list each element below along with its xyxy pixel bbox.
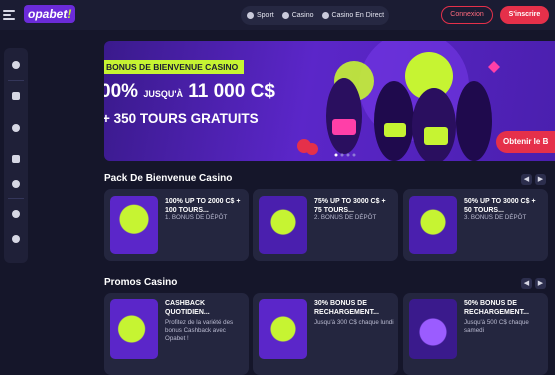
soccer-ball-icon: [247, 12, 254, 19]
welcome-pack-arrows: ◀ ▶: [521, 174, 546, 185]
sidebar-divider: [8, 80, 24, 81]
menu-icon[interactable]: [3, 10, 15, 20]
welcome-card-subtitle: 3. BONUS DE DÉPÔT: [464, 214, 527, 221]
welcome-card[interactable]: 50% UP TO 3000 C$ + 50 TOURS... 3. BONUS…: [403, 189, 548, 261]
welcome-card-title: 75% UP TO 3000 C$ + 75 TOURS...: [314, 198, 386, 214]
promo-card[interactable]: 30% BONUS DE RECHARGEMENT... Jusqu'à 300…: [253, 293, 398, 375]
promo-card-subtitle: Jusqu'à 300 C$ chaque lundi: [314, 319, 394, 326]
nav-live-casino-label: Casino En Direct: [331, 12, 385, 19]
banner-amount: 11 000 C$: [188, 81, 275, 102]
opabet-logo[interactable]: opabet!: [24, 5, 76, 23]
nav-casino[interactable]: Casino: [281, 12, 314, 19]
welcome-card-image: [259, 196, 307, 254]
sidebar-divider: [8, 198, 24, 199]
welcome-card-title: 50% UP TO 3000 C$ + 50 TOURS...: [464, 198, 536, 214]
support-icon[interactable]: [9, 207, 23, 221]
nav-sport[interactable]: Sport: [247, 12, 274, 19]
promo-card-subtitle: Profitez de la variété des bonus Cashbac…: [165, 319, 234, 342]
sidebar: [4, 48, 28, 263]
next-arrow-icon[interactable]: ▶: [535, 174, 546, 185]
promo-card-image: [259, 299, 307, 359]
banner-percent: 00%: [104, 81, 139, 102]
welcome-card[interactable]: 75% UP TO 3000 C$ + 75 TOURS... 2. BONUS…: [253, 189, 398, 261]
promos-title: Promos Casino: [104, 277, 178, 288]
logo-text: opabet: [28, 7, 68, 21]
promo-card[interactable]: CASHBACK QUOTIDIEN... Profitez de la var…: [104, 293, 249, 375]
prev-arrow-icon[interactable]: ◀: [521, 278, 532, 289]
get-bonus-button[interactable]: Obtenir le B: [496, 131, 555, 153]
promo-card-image: [409, 299, 457, 359]
top-bar: opabet! Sport Casino Casino En Direct Co…: [0, 0, 555, 30]
welcome-card-subtitle: 2. BONUS DE DÉPÔT: [314, 214, 377, 221]
promo-card-image: [110, 299, 158, 359]
live-icon[interactable]: [9, 58, 23, 72]
main-nav: Sport Casino Casino En Direct: [241, 6, 389, 25]
promo-banner[interactable]: BONUS DE BIENVENUE CASINO 00% JUSQU'À 11…: [104, 41, 555, 161]
welcome-card[interactable]: 100% UP TO 2000 C$ + 100 TOURS... 1. BON…: [104, 189, 249, 261]
next-arrow-icon[interactable]: ▶: [535, 278, 546, 289]
prev-arrow-icon[interactable]: ◀: [521, 174, 532, 185]
promo-card-subtitle: Jusqu'à 500 C$ chaque samedi: [464, 319, 529, 334]
cards-icon[interactable]: [9, 89, 23, 103]
welcome-card-title: 100% UP TO 2000 C$ + 100 TOURS...: [165, 198, 241, 214]
banner-headline: 00% JUSQU'À 11 000 C$: [104, 81, 275, 103]
banner-free-spins: + 350 TOURS GRATUITS: [104, 111, 259, 126]
promo-card-title: 30% BONUS DE RECHARGEMENT...: [314, 300, 379, 316]
promo-card[interactable]: 50% BONUS DE RECHARGEMENT... Jusqu'à 500…: [403, 293, 548, 375]
banner-upto: JUSQU'À: [143, 89, 183, 99]
banner-tag: BONUS DE BIENVENUE CASINO: [104, 60, 245, 74]
login-button[interactable]: Connexion: [441, 6, 493, 24]
user-icon[interactable]: [9, 177, 23, 191]
signup-button[interactable]: S'inscrire: [500, 6, 549, 24]
nav-casino-label: Casino: [291, 12, 314, 19]
banner-models-illustration: [297, 41, 500, 161]
carousel-dots[interactable]: [334, 153, 358, 157]
welcome-pack-title: Pack De Bienvenue Casino: [104, 173, 233, 184]
welcome-card-image: [110, 196, 158, 254]
promotions-megaphone-icon[interactable]: [9, 152, 23, 166]
promo-card-title: 50% BONUS DE RECHARGEMENT...: [464, 300, 529, 316]
casino-chip-icon: [281, 12, 289, 19]
roulette-icon[interactable]: [9, 121, 23, 135]
live-casino-icon: [321, 12, 329, 19]
promo-card-title: CASHBACK QUOTIDIEN...: [165, 300, 210, 316]
nav-sport-label: Sport: [257, 12, 274, 19]
nav-live-casino[interactable]: Casino En Direct: [321, 12, 385, 19]
promos-arrows: ◀ ▶: [521, 278, 546, 289]
logo-bang: !: [67, 7, 72, 21]
welcome-card-subtitle: 1. BONUS DE DÉPÔT: [165, 214, 228, 221]
language-globe-icon[interactable]: [9, 232, 23, 246]
welcome-card-image: [409, 196, 457, 254]
